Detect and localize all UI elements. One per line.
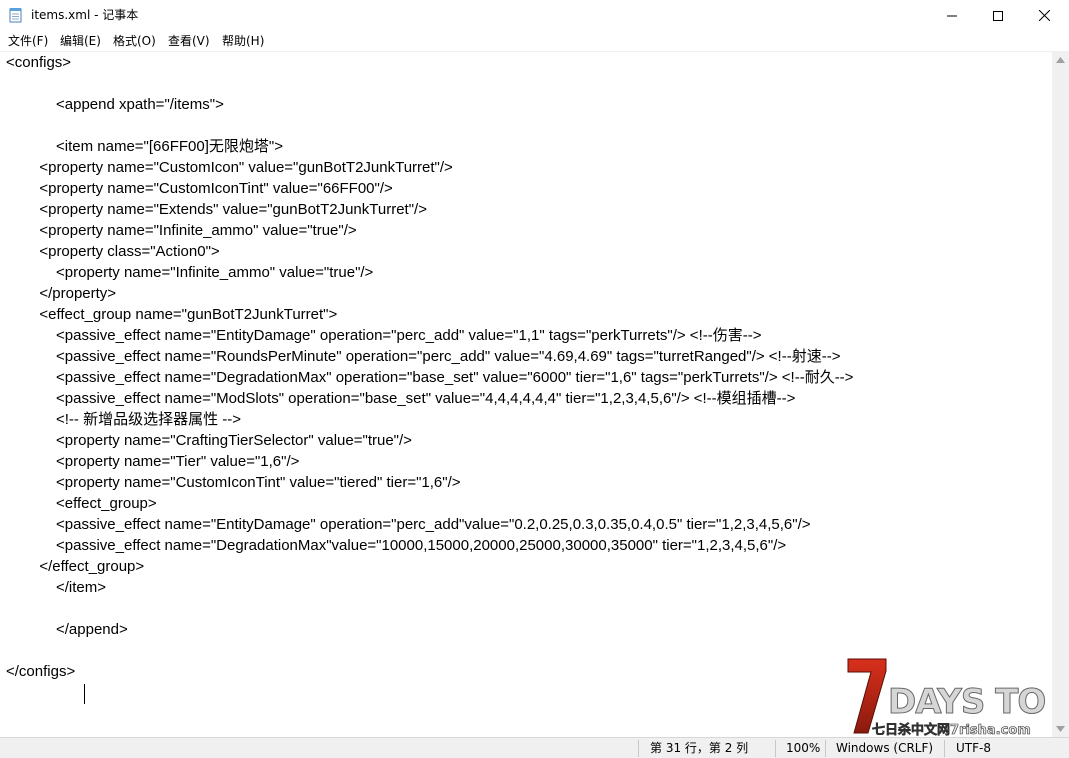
code-line: <effect_group>	[6, 495, 157, 512]
code-line: <passive_effect name="DegradationMax"val…	[6, 537, 787, 554]
svg-text:七日杀中文网7risha.com: 七日杀中文网7risha.com	[872, 722, 1031, 738]
code-line: <passive_effect name="RoundsPerMinute" o…	[6, 348, 841, 365]
code-line: </property>	[6, 285, 117, 302]
status-separator	[944, 740, 945, 757]
code-line: <property name="Tier" value="1,6"/>	[6, 453, 300, 470]
menu-help[interactable]: 帮助(H)	[222, 33, 264, 49]
code-line: <configs>	[6, 54, 72, 71]
minimize-icon	[947, 15, 957, 16]
status-separator	[638, 740, 639, 757]
text-caret	[84, 684, 85, 704]
code-line: <property name="CustomIconTint" value="6…	[6, 180, 393, 197]
code-line: </append>	[6, 621, 128, 638]
maximize-icon	[993, 10, 1003, 21]
code-line: <passive_effect name="ModSlots" operatio…	[6, 390, 796, 407]
code-line: <append xpath="/items">	[6, 96, 224, 113]
text-editor[interactable]: <configs> <append xpath="/items"> <item …	[0, 51, 1052, 738]
vertical-scrollbar[interactable]	[1052, 51, 1069, 737]
maximize-button[interactable]	[975, 0, 1021, 31]
svg-text:DAYS TO DIE: DAYS TO DIE	[888, 682, 1058, 722]
status-zoom: 100%	[786, 741, 821, 755]
code-line: </effect_group>	[6, 558, 145, 575]
code-line: <property name="CraftingTierSelector" va…	[6, 432, 412, 449]
code-line: <item name="[66FF00]无限炮塔">	[6, 138, 283, 155]
code-line: <passive_effect name="EntityDamage" oper…	[6, 516, 811, 533]
minimize-button[interactable]	[929, 0, 975, 31]
notepad-window: items.xml - 记事本 文件(F) 编辑(E) 格式(O) 查看(V) …	[0, 0, 1069, 758]
window-title: items.xml - 记事本	[31, 8, 139, 22]
status-separator	[775, 740, 776, 757]
code-line: <property name="CustomIconTint" value="t…	[6, 474, 461, 491]
status-separator	[825, 740, 826, 757]
menu-file[interactable]: 文件(F)	[8, 33, 48, 49]
notepad-icon	[9, 8, 22, 23]
status-line-ending: Windows (CRLF)	[836, 741, 934, 755]
menu-bar: 文件(F) 编辑(E) 格式(O) 查看(V) 帮助(H)	[0, 31, 1069, 51]
code-line: <passive_effect name="EntityDamage" oper…	[6, 327, 762, 344]
code-line: <effect_group name="gunBotT2JunkTurret">	[6, 306, 338, 323]
status-encoding: UTF-8	[956, 741, 991, 755]
code-line: <property name="Infinite_ammo" value="tr…	[6, 222, 357, 239]
code-line: <property class="Action0">	[6, 243, 220, 260]
scroll-up-button[interactable]	[1052, 51, 1069, 68]
code-line: <property name="Extends" value="gunBotT2…	[6, 201, 427, 218]
menu-format[interactable]: 格式(O)	[113, 33, 156, 49]
title-bar[interactable]: items.xml - 记事本	[0, 0, 1069, 31]
code-line: </configs>	[6, 663, 76, 680]
close-button[interactable]	[1021, 0, 1067, 31]
close-icon	[1038, 10, 1050, 21]
status-cursor-position: 第 31 行，第 2 列	[650, 741, 749, 755]
code-line: </item>	[6, 579, 107, 596]
scroll-up-arrow-icon	[1056, 56, 1065, 63]
status-bar: 第 31 行，第 2 列 100% Windows (CRLF) UTF-8	[0, 737, 1069, 758]
7dtd-watermark-logo: DAYS TO DIE 七日杀中文网7risha.com	[847, 658, 1058, 738]
menu-view[interactable]: 查看(V)	[168, 33, 210, 49]
menu-edit[interactable]: 编辑(E)	[60, 33, 101, 49]
code-line: <property name="CustomIcon" value="gunBo…	[6, 159, 453, 176]
code-line: <!-- 新增品级选择器属性 -->	[6, 411, 242, 428]
code-line: <property name="Infinite_ammo" value="tr…	[6, 264, 374, 281]
code-line: <passive_effect name="DegradationMax" op…	[6, 369, 854, 386]
